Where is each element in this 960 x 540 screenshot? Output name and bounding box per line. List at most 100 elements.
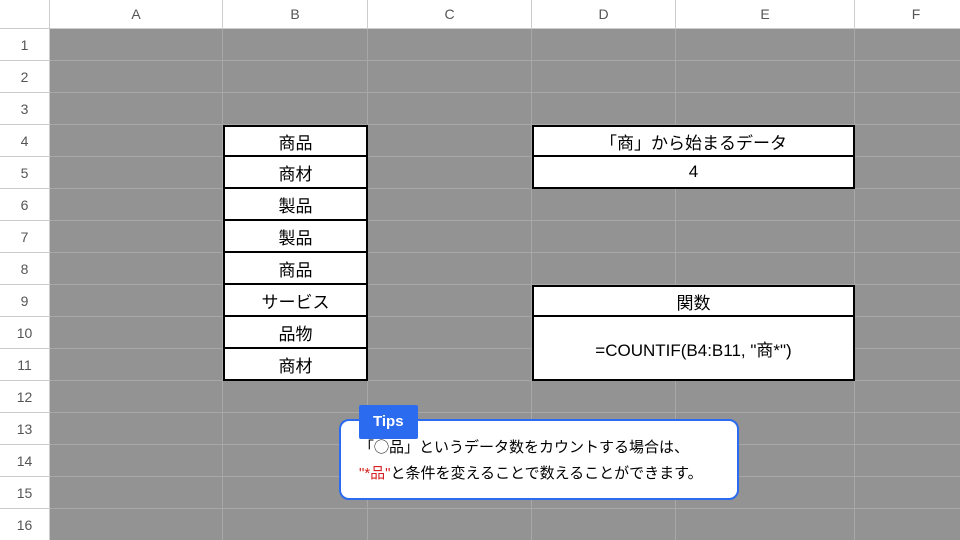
cell[interactable] [368, 189, 532, 221]
cell[interactable] [50, 29, 223, 61]
cell[interactable] [368, 157, 532, 189]
cell[interactable] [368, 349, 532, 381]
data-cell[interactable]: 製品 [223, 189, 368, 221]
row-header-4[interactable]: 4 [0, 125, 50, 157]
cell[interactable] [223, 61, 368, 93]
cell[interactable] [855, 253, 960, 285]
cell[interactable] [50, 253, 223, 285]
cell[interactable] [50, 157, 223, 189]
cell[interactable] [50, 125, 223, 157]
cell[interactable] [855, 61, 960, 93]
column-header-B[interactable]: B [223, 0, 368, 29]
cell[interactable] [223, 29, 368, 61]
data-cell[interactable]: サービス [223, 285, 368, 317]
cell[interactable] [532, 93, 676, 125]
cell[interactable] [50, 477, 223, 509]
cell[interactable] [368, 61, 532, 93]
cell[interactable] [368, 221, 532, 253]
cell[interactable] [532, 253, 676, 285]
cell[interactable] [368, 317, 532, 349]
cell[interactable] [368, 125, 532, 157]
data-cell[interactable]: 4 [532, 157, 855, 189]
row-header-15[interactable]: 15 [0, 477, 50, 509]
cell[interactable] [532, 61, 676, 93]
cell[interactable] [50, 349, 223, 381]
data-cell[interactable]: 品物 [223, 317, 368, 349]
cell[interactable] [532, 509, 676, 540]
cell[interactable] [50, 445, 223, 477]
cell[interactable] [223, 381, 368, 413]
cell[interactable] [50, 285, 223, 317]
column-header-E[interactable]: E [676, 0, 855, 29]
cell[interactable] [676, 61, 855, 93]
data-cell[interactable]: 商品 [223, 253, 368, 285]
cell[interactable] [368, 29, 532, 61]
cell[interactable] [855, 349, 960, 381]
cell[interactable] [368, 253, 532, 285]
row-header-8[interactable]: 8 [0, 253, 50, 285]
row-header-16[interactable]: 16 [0, 509, 50, 540]
data-cell[interactable]: 製品 [223, 221, 368, 253]
cell[interactable] [855, 157, 960, 189]
cell[interactable] [50, 413, 223, 445]
cell[interactable] [532, 221, 676, 253]
cell[interactable] [855, 93, 960, 125]
cell[interactable] [532, 189, 676, 221]
cell[interactable] [50, 221, 223, 253]
cell[interactable] [676, 253, 855, 285]
data-cell[interactable]: =COUNTIF(B4:B11, "商*") [532, 317, 855, 381]
data-cell[interactable]: 商材 [223, 157, 368, 189]
cell[interactable] [855, 413, 960, 445]
row-header-14[interactable]: 14 [0, 445, 50, 477]
data-cell[interactable]: 「商」から始まるデータ [532, 125, 855, 157]
column-header-A[interactable]: A [50, 0, 223, 29]
cell[interactable] [676, 29, 855, 61]
cell[interactable] [855, 381, 960, 413]
data-cell[interactable]: 関数 [532, 285, 855, 317]
cell[interactable] [676, 509, 855, 540]
cell[interactable] [855, 445, 960, 477]
row-header-5[interactable]: 5 [0, 157, 50, 189]
row-header-9[interactable]: 9 [0, 285, 50, 317]
data-cell[interactable]: 商材 [223, 349, 368, 381]
cell[interactable] [855, 221, 960, 253]
cell[interactable] [855, 509, 960, 540]
column-header-D[interactable]: D [532, 0, 676, 29]
cell[interactable] [855, 477, 960, 509]
row-header-6[interactable]: 6 [0, 189, 50, 221]
cell[interactable] [532, 381, 676, 413]
row-header-13[interactable]: 13 [0, 413, 50, 445]
cell[interactable] [223, 509, 368, 540]
column-header-F[interactable]: F [855, 0, 960, 29]
row-header-3[interactable]: 3 [0, 93, 50, 125]
cell[interactable] [368, 509, 532, 540]
cell[interactable] [50, 509, 223, 540]
cell[interactable] [50, 93, 223, 125]
cell[interactable] [676, 381, 855, 413]
cell[interactable] [50, 189, 223, 221]
row-header-10[interactable]: 10 [0, 317, 50, 349]
cell[interactable] [50, 381, 223, 413]
cell[interactable] [676, 221, 855, 253]
cell[interactable] [368, 93, 532, 125]
row-header-7[interactable]: 7 [0, 221, 50, 253]
cell[interactable] [676, 189, 855, 221]
cell[interactable] [855, 29, 960, 61]
cell[interactable] [676, 93, 855, 125]
cell[interactable] [50, 61, 223, 93]
row-header-1[interactable]: 1 [0, 29, 50, 61]
cell[interactable] [855, 125, 960, 157]
cell[interactable] [855, 317, 960, 349]
cell[interactable] [223, 93, 368, 125]
cell[interactable] [532, 29, 676, 61]
row-header-11[interactable]: 11 [0, 349, 50, 381]
row-header-2[interactable]: 2 [0, 61, 50, 93]
cell[interactable] [50, 317, 223, 349]
row-header-12[interactable]: 12 [0, 381, 50, 413]
cell[interactable] [855, 285, 960, 317]
cell[interactable] [855, 189, 960, 221]
column-header-C[interactable]: C [368, 0, 532, 29]
data-cell[interactable]: 商品 [223, 125, 368, 157]
select-all-corner[interactable] [0, 0, 50, 29]
cell[interactable] [368, 285, 532, 317]
